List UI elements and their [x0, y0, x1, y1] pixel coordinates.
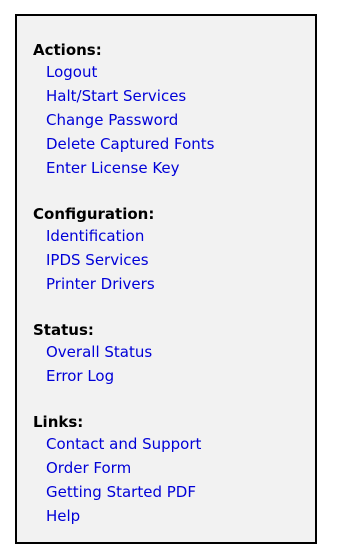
list-item: IPDS Services [46, 248, 315, 272]
actions-link-list: Logout Halt/Start Services Change Passwo… [33, 60, 315, 180]
ipds-services-link[interactable]: IPDS Services [46, 251, 149, 269]
halt-start-services-link[interactable]: Halt/Start Services [46, 87, 186, 105]
section-status: Status: Overall Status Error Log [33, 320, 315, 388]
section-configuration: Configuration: Identification IPDS Servi… [33, 204, 315, 296]
list-item: Printer Drivers [46, 272, 315, 296]
printer-drivers-link[interactable]: Printer Drivers [46, 275, 155, 293]
change-password-link[interactable]: Change Password [46, 111, 178, 129]
list-item: Delete Captured Fonts [46, 132, 315, 156]
status-link-list: Overall Status Error Log [33, 340, 315, 388]
help-link[interactable]: Help [46, 507, 80, 525]
list-item: Change Password [46, 108, 315, 132]
navigation-panel: Actions: Logout Halt/Start Services Chan… [15, 14, 317, 544]
list-item: Halt/Start Services [46, 84, 315, 108]
contact-and-support-link[interactable]: Contact and Support [46, 435, 201, 453]
section-links: Links: Contact and Support Order Form Ge… [33, 412, 315, 528]
enter-license-key-link[interactable]: Enter License Key [46, 159, 180, 177]
section-title-actions: Actions: [33, 41, 102, 59]
list-item: Order Form [46, 456, 315, 480]
section-title-status: Status: [33, 321, 94, 339]
list-item: Enter License Key [46, 156, 315, 180]
list-item: Getting Started PDF [46, 480, 315, 504]
list-item: Contact and Support [46, 432, 315, 456]
section-title-configuration: Configuration: [33, 205, 155, 223]
list-item: Help [46, 504, 315, 528]
list-item: Overall Status [46, 340, 315, 364]
identification-link[interactable]: Identification [46, 227, 144, 245]
getting-started-pdf-link[interactable]: Getting Started PDF [46, 483, 196, 501]
configuration-link-list: Identification IPDS Services Printer Dri… [33, 224, 315, 296]
links-link-list: Contact and Support Order Form Getting S… [33, 432, 315, 528]
list-item: Identification [46, 224, 315, 248]
error-log-link[interactable]: Error Log [46, 367, 114, 385]
list-item: Error Log [46, 364, 315, 388]
order-form-link[interactable]: Order Form [46, 459, 131, 477]
section-actions: Actions: Logout Halt/Start Services Chan… [33, 40, 315, 180]
list-item: Logout [46, 60, 315, 84]
logout-link[interactable]: Logout [46, 63, 97, 81]
section-title-links: Links: [33, 413, 84, 431]
overall-status-link[interactable]: Overall Status [46, 343, 152, 361]
delete-captured-fonts-link[interactable]: Delete Captured Fonts [46, 135, 214, 153]
